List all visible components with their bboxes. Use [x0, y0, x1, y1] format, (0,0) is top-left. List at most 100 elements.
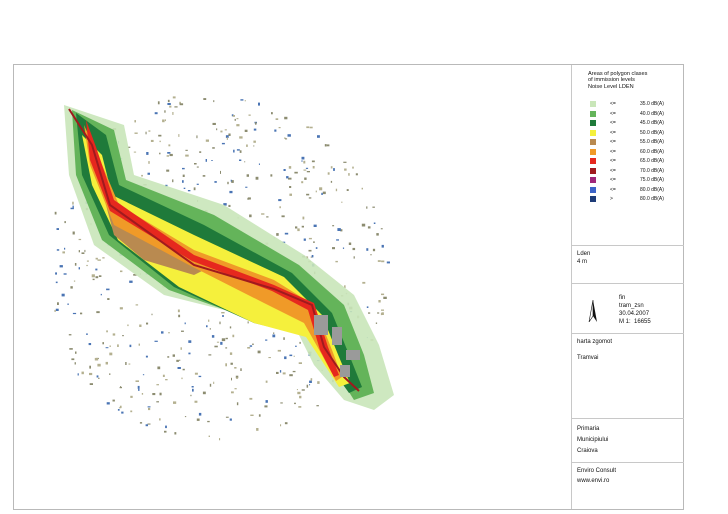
noise-zones: [64, 105, 394, 410]
building: [133, 151, 137, 153]
building: [233, 149, 235, 153]
building: [106, 402, 110, 405]
building: [164, 110, 166, 113]
building: [145, 131, 147, 135]
building: [228, 204, 231, 207]
building: [67, 303, 69, 305]
legend-swatch: [590, 177, 596, 183]
building: [294, 402, 296, 405]
building: [202, 391, 206, 395]
building: [177, 309, 180, 313]
building: [148, 130, 151, 132]
building: [134, 120, 136, 123]
building: [147, 406, 151, 408]
building: [134, 132, 138, 134]
building: [319, 187, 323, 191]
building: [95, 257, 98, 260]
building: [234, 388, 237, 390]
building: [164, 430, 167, 433]
building: [120, 270, 123, 273]
building: [377, 260, 381, 262]
building: [183, 187, 186, 189]
building: [86, 260, 89, 262]
building: [157, 366, 161, 370]
legend-swatch: [590, 196, 596, 202]
building: [253, 128, 257, 131]
building: [348, 173, 350, 176]
legend-value: 60.0 dB(A): [640, 148, 664, 155]
legend-item: <= 75.0 dB(A): [590, 177, 678, 185]
building: [366, 306, 369, 308]
building: [366, 206, 368, 209]
building: [333, 168, 335, 171]
building: [150, 139, 154, 142]
building: [62, 251, 65, 254]
building: [168, 144, 171, 147]
building: [147, 172, 150, 175]
building: [321, 192, 323, 195]
building: [57, 302, 59, 305]
building: [315, 190, 317, 193]
building: [109, 345, 111, 347]
legend-value: 80.0 dB(A): [640, 196, 664, 202]
building: [192, 388, 194, 392]
building: [348, 242, 352, 245]
building: [298, 406, 302, 408]
building: [165, 425, 167, 429]
file-info-cell: fin tram_zsn 30.04.2007 M 1: 16655: [572, 284, 684, 334]
building: [301, 389, 305, 391]
building: [194, 400, 198, 403]
building: [102, 342, 104, 345]
building: [96, 375, 99, 378]
building: [257, 350, 261, 354]
building: [246, 174, 249, 177]
building: [308, 249, 312, 252]
building: [284, 232, 289, 235]
building: [138, 343, 140, 346]
building: [188, 340, 192, 343]
building: [89, 383, 93, 385]
legend-operator: <=: [610, 120, 616, 126]
building: [303, 169, 307, 171]
client-line: Municipiului: [577, 437, 609, 443]
building: [74, 263, 77, 266]
file-name: tram_zsn: [619, 303, 644, 309]
building: [166, 169, 170, 172]
building: [80, 312, 83, 315]
building: [174, 106, 178, 108]
building: [236, 377, 238, 379]
building: [225, 347, 228, 349]
building: [324, 144, 327, 147]
map-subtitle: Tramvai: [577, 355, 599, 361]
building: [309, 380, 312, 383]
building: [373, 222, 376, 224]
building: [159, 152, 161, 155]
building: [98, 377, 100, 379]
building: [211, 160, 213, 161]
building: [69, 348, 73, 350]
building: [274, 129, 277, 132]
building: [253, 145, 255, 147]
building: [112, 399, 115, 402]
building: [196, 183, 199, 185]
legend-operator: <=: [610, 101, 616, 107]
building: [277, 349, 281, 352]
building: [383, 296, 387, 299]
building: [129, 280, 133, 283]
building: [55, 272, 57, 275]
building: [221, 338, 226, 342]
legend-item: <= 45.0 dB(A): [590, 120, 678, 128]
legend-cell: Areas of polygon clases of immission lev…: [572, 65, 684, 246]
building: [301, 225, 304, 228]
legend-swatch: [590, 139, 596, 145]
building: [64, 247, 66, 250]
building: [368, 312, 371, 314]
building: [239, 159, 242, 161]
building: [208, 354, 212, 356]
building: [346, 189, 349, 191]
building: [311, 160, 315, 163]
building: [182, 368, 185, 371]
building: [174, 432, 177, 435]
building: [284, 116, 288, 120]
building: [55, 308, 59, 311]
